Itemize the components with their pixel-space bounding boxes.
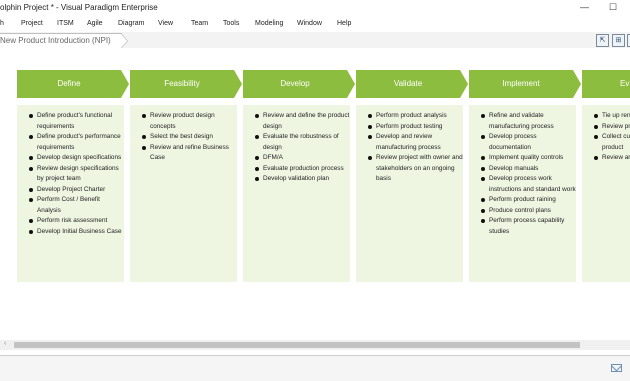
window-title: olphin Project * - Visual Paradigm Enter… (0, 3, 158, 12)
menu-item[interactable]: h (0, 20, 4, 27)
maximize-button[interactable]: ☐ (609, 2, 617, 13)
stage-title: Define (57, 79, 81, 88)
share-icon[interactable]: ⇱ (596, 34, 609, 47)
list-item: Perform product raining (481, 195, 576, 206)
menu-diagram[interactable]: Diagram (118, 20, 144, 27)
stage-title: Develop (280, 79, 310, 88)
list-item: Review product design concepts (142, 111, 237, 132)
stage-header-develop[interactable]: Develop (243, 70, 355, 98)
menu-help[interactable]: Help (337, 20, 351, 27)
list-item: Review ar any lesso (594, 153, 630, 164)
list-item: Develop validation plan (255, 174, 350, 185)
menu-project[interactable]: Project (21, 20, 43, 27)
list-item: Implement quality controls (481, 153, 576, 164)
breadcrumb-bar: New Product Introduction (NPI) ⇱ ⊞ ▮ (0, 32, 630, 49)
title-bar: olphin Project * - Visual Paradigm Enter… (0, 0, 630, 17)
grid-icon[interactable]: ⊞ (612, 34, 625, 47)
mail-icon[interactable] (611, 364, 622, 372)
list-item: Perform product testing (368, 122, 463, 133)
menu-team[interactable]: Team (191, 20, 208, 27)
stage-title: Implement (502, 79, 540, 88)
list-item: Develop process documentation (481, 132, 576, 153)
list-item: Review and refine Business Case (142, 143, 237, 164)
stage-header-define[interactable]: Define (17, 70, 129, 98)
list-item: Develop design specifications (29, 153, 124, 164)
list-item: Review design specifications by project … (29, 164, 124, 185)
stage-body-evaluate[interactable]: Tie up ren documen Review pr performa Co… (582, 105, 630, 282)
stage-body-feasibility[interactable]: Review product design concepts Select th… (130, 105, 237, 282)
list-item: Perform Cost / Benefit Analysis (29, 195, 124, 216)
menu-modeling[interactable]: Modeling (255, 20, 283, 27)
list-item: Tie up ren documen (594, 111, 630, 122)
list-item: Develop and review manufacturing process (368, 132, 463, 153)
diagram-canvas[interactable]: Define Feasibility Develop Validate Impl… (0, 48, 630, 340)
list-item: Perform process capability studies (481, 216, 576, 237)
list-item: Develop manuals (481, 164, 576, 175)
list-item: Review pr performa (594, 122, 630, 133)
menu-view[interactable]: View (158, 20, 173, 27)
stage-header-implement[interactable]: Implement (469, 70, 581, 98)
list-item: Perform product analysis (368, 111, 463, 122)
list-item: Evaluate production process (255, 164, 350, 175)
list-item: Review project with owner and stakeholde… (368, 153, 463, 185)
stage-title: Validate (393, 79, 423, 88)
stage-body-implement[interactable]: Refine and validate manufacturing proces… (469, 105, 576, 282)
stage-body-develop[interactable]: Review and define the product design Eva… (243, 105, 350, 282)
menu-itsm[interactable]: ITSM (57, 20, 74, 27)
list-item: Define product's performance requirement… (29, 132, 124, 153)
list-item: Develop Initial Business Case (29, 227, 124, 238)
list-item: Review and define the product design (255, 111, 350, 132)
scrollbar-thumb[interactable] (14, 342, 580, 348)
stage-title: Ev (620, 79, 630, 88)
list-item: Refine and validate manufacturing proces… (481, 111, 576, 132)
list-item: Develop process work instructions and st… (481, 174, 576, 195)
menu-bar: h Project ITSM Agile Diagram View Team T… (0, 17, 630, 32)
stage-header-feasibility[interactable]: Feasibility (130, 70, 242, 98)
scroll-left-icon[interactable]: ‹ (4, 340, 6, 347)
breadcrumb[interactable]: New Product Introduction (NPI) (0, 33, 128, 49)
stage-body-define[interactable]: Define product's functional requirements… (17, 105, 124, 282)
list-item: Select the best design (142, 132, 237, 143)
horizontal-scrollbar[interactable]: ‹ (0, 340, 630, 350)
list-item: Define product's functional requirements (29, 111, 124, 132)
status-bar (0, 355, 630, 381)
stage-header-evaluate[interactable]: Ev (582, 70, 630, 98)
menu-window[interactable]: Window (297, 20, 322, 27)
list-item: Develop Project Charter (29, 185, 124, 196)
list-item: Produce control plans (481, 206, 576, 217)
list-item: DFM/A (255, 153, 350, 164)
minimize-button[interactable]: — (580, 2, 589, 12)
stage-title: Feasibility (164, 79, 200, 88)
menu-tools[interactable]: Tools (223, 20, 239, 27)
stage-body-validate[interactable]: Perform product analysis Perform product… (356, 105, 463, 282)
menu-agile[interactable]: Agile (87, 20, 103, 27)
list-item: Perform risk assessment (29, 216, 124, 227)
list-item: Collect cu feedback product (594, 132, 630, 153)
list-item: Evaluate the robustness of design (255, 132, 350, 153)
stage-header-validate[interactable]: Validate (356, 70, 468, 98)
